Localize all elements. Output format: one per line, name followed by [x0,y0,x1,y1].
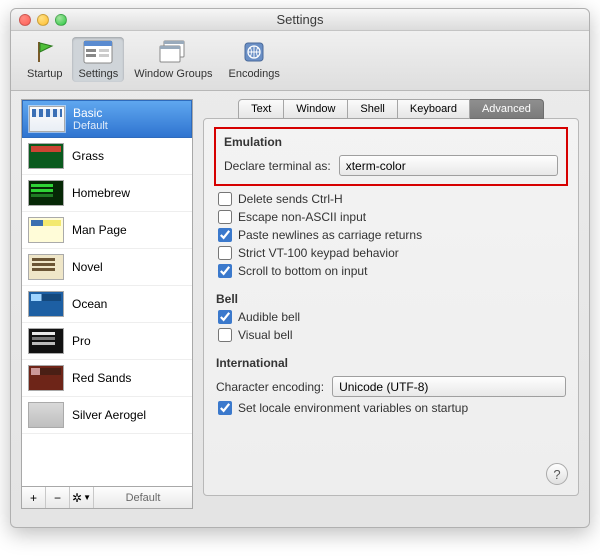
chevron-down-icon: ▼ [83,493,91,502]
tab-keyboard[interactable]: Keyboard [398,99,470,119]
toolbar-label: Window Groups [134,68,212,80]
globe-icon [238,39,270,65]
window-title: Settings [11,12,589,27]
encoding-select[interactable]: Unicode (UTF-8) [332,376,566,397]
gear-icon: ✲ [72,491,82,505]
profile-man-page[interactable]: Man Page [22,212,192,249]
checkbox-label: Scroll to bottom on input [238,264,367,278]
profile-thumb-icon [28,291,64,317]
help-button[interactable]: ? [546,463,568,485]
profile-subtext: Default [73,120,108,132]
add-profile-button[interactable]: + [22,487,46,508]
profile-name: Man Page [72,223,127,237]
profile-name: Ocean [72,297,107,311]
toolbar-window-groups[interactable]: Window Groups [128,37,218,82]
profile-name: Novel [72,260,103,274]
profile-silver-aerogel[interactable]: Silver Aerogel [22,397,192,434]
scroll-bottom-checkbox[interactable] [218,264,232,278]
visual-bell-checkbox[interactable] [218,328,232,342]
profile-list[interactable]: Basic Default Grass Homebrew Man Page No… [21,99,193,487]
checkbox-label: Set locale environment variables on star… [238,401,468,415]
toolbar-encodings[interactable]: Encodings [222,37,285,82]
remove-profile-button[interactable]: − [46,487,70,508]
tab-shell[interactable]: Shell [348,99,397,119]
profile-thumb-icon [28,402,64,428]
profile-list-controls: + − ✲▼ Default [21,487,193,509]
gear-menu-button[interactable]: ✲▼ [70,487,94,508]
profile-thumb-icon [28,217,64,243]
traffic-lights [19,14,67,26]
toolbar-startup[interactable]: Startup [21,37,68,82]
delete-sends-ctrl-h-checkbox[interactable] [218,192,232,206]
paste-newlines-checkbox[interactable] [218,228,232,242]
checkbox-label: Visual bell [238,328,292,342]
declare-terminal-select[interactable]: xterm-color [339,155,558,176]
close-icon[interactable] [19,14,31,26]
profile-ocean[interactable]: Ocean [22,286,192,323]
profile-novel[interactable]: Novel [22,249,192,286]
profile-thumb-icon [28,143,64,169]
windows-stack-icon [157,39,189,65]
toolbar: Startup Settings Window Groups Encodings [11,31,589,91]
strict-vt100-checkbox[interactable] [218,246,232,260]
default-profile-button[interactable]: Default [94,487,192,508]
main-pane: Text Window Shell Keyboard Advanced Emul… [203,99,579,509]
profile-pro[interactable]: Pro [22,323,192,360]
profile-name: Silver Aerogel [72,408,146,422]
profile-grass[interactable]: Grass [22,138,192,175]
profile-name: Basic [73,106,108,120]
profile-thumb-icon [28,180,64,206]
encoding-label: Character encoding: [216,380,324,394]
tab-advanced[interactable]: Advanced [470,99,544,119]
emulation-highlight: Emulation Declare terminal as: xterm-col… [214,127,568,186]
profile-name: Red Sands [72,371,131,385]
tab-bar: Text Window Shell Keyboard Advanced [203,99,579,119]
flag-icon [29,39,61,65]
profile-name: Grass [72,149,104,163]
settings-window-icon [82,39,114,65]
international-title: International [216,356,566,370]
profile-thumb-icon [28,328,64,354]
checkbox-label: Paste newlines as carriage returns [238,228,422,242]
toolbar-label: Settings [78,68,118,80]
minimize-icon[interactable] [37,14,49,26]
profile-name: Pro [72,334,91,348]
emulation-title: Emulation [224,135,558,149]
checkbox-label: Escape non-ASCII input [238,210,366,224]
set-locale-checkbox[interactable] [218,401,232,415]
tab-text[interactable]: Text [238,99,284,119]
audible-bell-checkbox[interactable] [218,310,232,324]
sidebar: Basic Default Grass Homebrew Man Page No… [21,99,193,509]
toolbar-settings[interactable]: Settings [72,37,124,82]
bell-title: Bell [216,292,566,306]
zoom-icon[interactable] [55,14,67,26]
escape-non-ascii-checkbox[interactable] [218,210,232,224]
content: Basic Default Grass Homebrew Man Page No… [11,91,589,521]
profile-name: Homebrew [72,186,130,200]
profile-red-sands[interactable]: Red Sands [22,360,192,397]
declare-terminal-label: Declare terminal as: [224,159,331,173]
checkbox-label: Strict VT-100 keypad behavior [238,246,399,260]
tab-window[interactable]: Window [284,99,348,119]
toolbar-label: Startup [27,68,62,80]
profile-basic[interactable]: Basic Default [22,100,192,138]
profile-thumb-icon [28,365,64,391]
profile-thumb-icon [28,254,64,280]
profile-thumb-icon [29,106,65,132]
settings-window: Settings Startup Settings Window Groups … [10,8,590,528]
profile-homebrew[interactable]: Homebrew [22,175,192,212]
advanced-panel: Emulation Declare terminal as: xterm-col… [203,118,579,496]
toolbar-label: Encodings [228,68,279,80]
checkbox-label: Delete sends Ctrl-H [238,192,343,206]
checkbox-label: Audible bell [238,310,300,324]
titlebar: Settings [11,9,589,31]
